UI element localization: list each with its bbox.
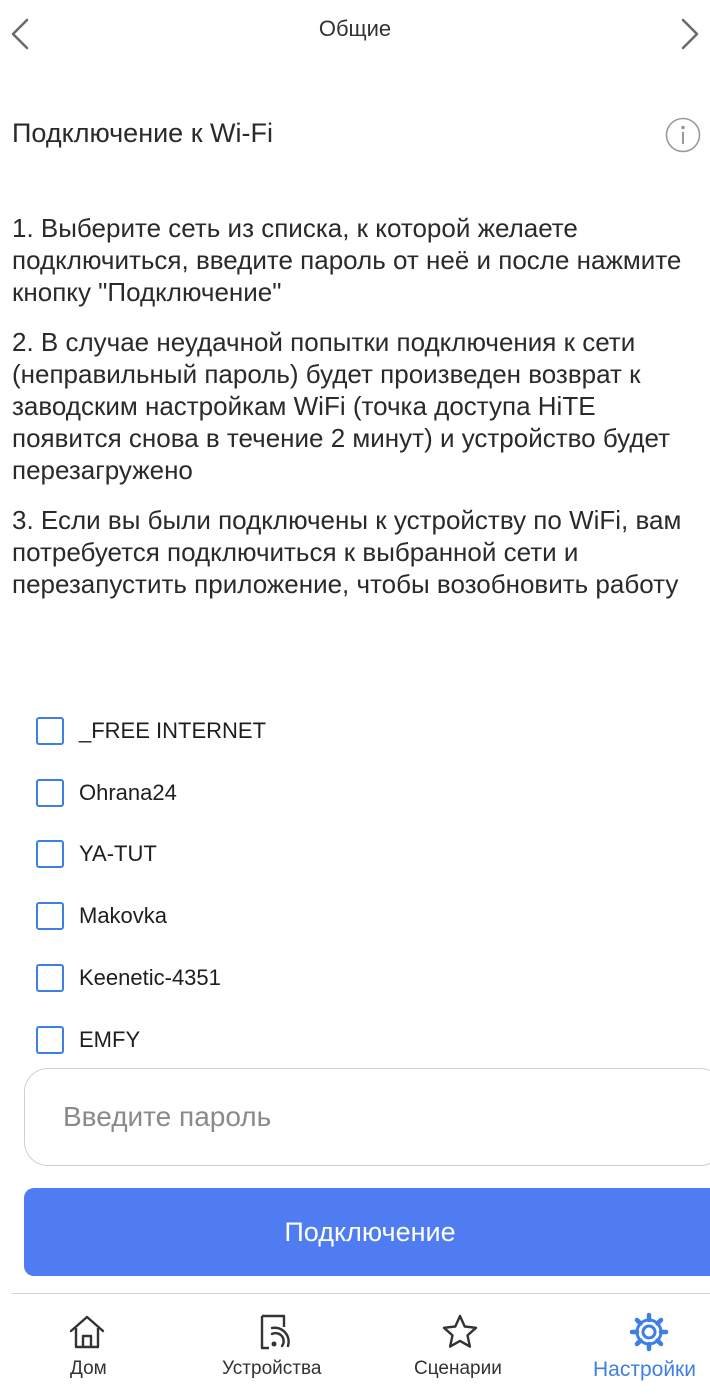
network-checkbox[interactable] bbox=[36, 840, 64, 869]
network-item[interactable]: EMFY bbox=[36, 1009, 676, 1071]
instruction-step-3: 3. Если вы были подключены к устройству … bbox=[12, 505, 682, 599]
network-item[interactable]: Makovka bbox=[36, 885, 676, 947]
network-checkbox[interactable] bbox=[36, 902, 64, 931]
tab-settings-label: Настройки bbox=[593, 1358, 696, 1381]
star-icon bbox=[440, 1312, 480, 1352]
gear-icon bbox=[629, 1312, 669, 1352]
tab-settings[interactable]: Настройки bbox=[534, 1294, 710, 1394]
instructions: 1. Выберите сеть из списка, к которой же… bbox=[12, 212, 706, 618]
tab-scenarios[interactable]: Сценарии bbox=[356, 1294, 534, 1394]
tab-scenarios-label: Сценарии bbox=[414, 1358, 502, 1379]
tab-devices[interactable]: Устройства bbox=[178, 1294, 356, 1394]
network-name: _FREE INTERNET bbox=[79, 717, 267, 743]
network-list: _FREE INTERNET Ohrana24 YA-TUT Makovka K… bbox=[36, 700, 676, 1071]
network-checkbox[interactable] bbox=[36, 716, 64, 745]
bottom-tabbar: Дом Устройства Сценарии Настройки bbox=[0, 1294, 710, 1394]
tab-devices-label: Устройства bbox=[222, 1358, 322, 1379]
network-name: YA-TUT bbox=[79, 841, 157, 867]
network-item[interactable]: YA-TUT bbox=[36, 824, 676, 886]
network-name: EMFY bbox=[79, 1026, 141, 1052]
home-icon bbox=[67, 1312, 107, 1352]
network-checkbox[interactable] bbox=[36, 1025, 64, 1054]
network-name: Makovka bbox=[79, 903, 168, 929]
network-item[interactable]: Keenetic-4351 bbox=[36, 947, 676, 1009]
info-icon[interactable] bbox=[664, 116, 702, 154]
instruction-step-1: 1. Выберите сеть из списка, к которой же… bbox=[12, 213, 682, 307]
tab-home-label: Дом bbox=[70, 1358, 107, 1379]
devices-icon bbox=[254, 1312, 294, 1352]
top-header: Общие bbox=[0, 0, 710, 72]
network-item[interactable]: Ohrana24 bbox=[36, 762, 676, 824]
password-input[interactable] bbox=[24, 1068, 710, 1166]
section-title: Подключение к Wi-Fi bbox=[12, 118, 273, 148]
page-title: Общие bbox=[318, 16, 392, 41]
network-checkbox[interactable] bbox=[36, 778, 64, 807]
instruction-step-2: 2. В случае неудачной попытки подключени… bbox=[12, 327, 670, 485]
chevron-right-icon[interactable] bbox=[670, 14, 710, 54]
network-name: Keenetic-4351 bbox=[79, 965, 221, 991]
tab-home[interactable]: Дом bbox=[0, 1294, 178, 1394]
connect-button[interactable]: Подключение bbox=[24, 1188, 710, 1276]
network-item[interactable]: _FREE INTERNET bbox=[36, 700, 676, 762]
network-name: Ohrana24 bbox=[79, 779, 177, 805]
network-checkbox[interactable] bbox=[36, 964, 64, 993]
